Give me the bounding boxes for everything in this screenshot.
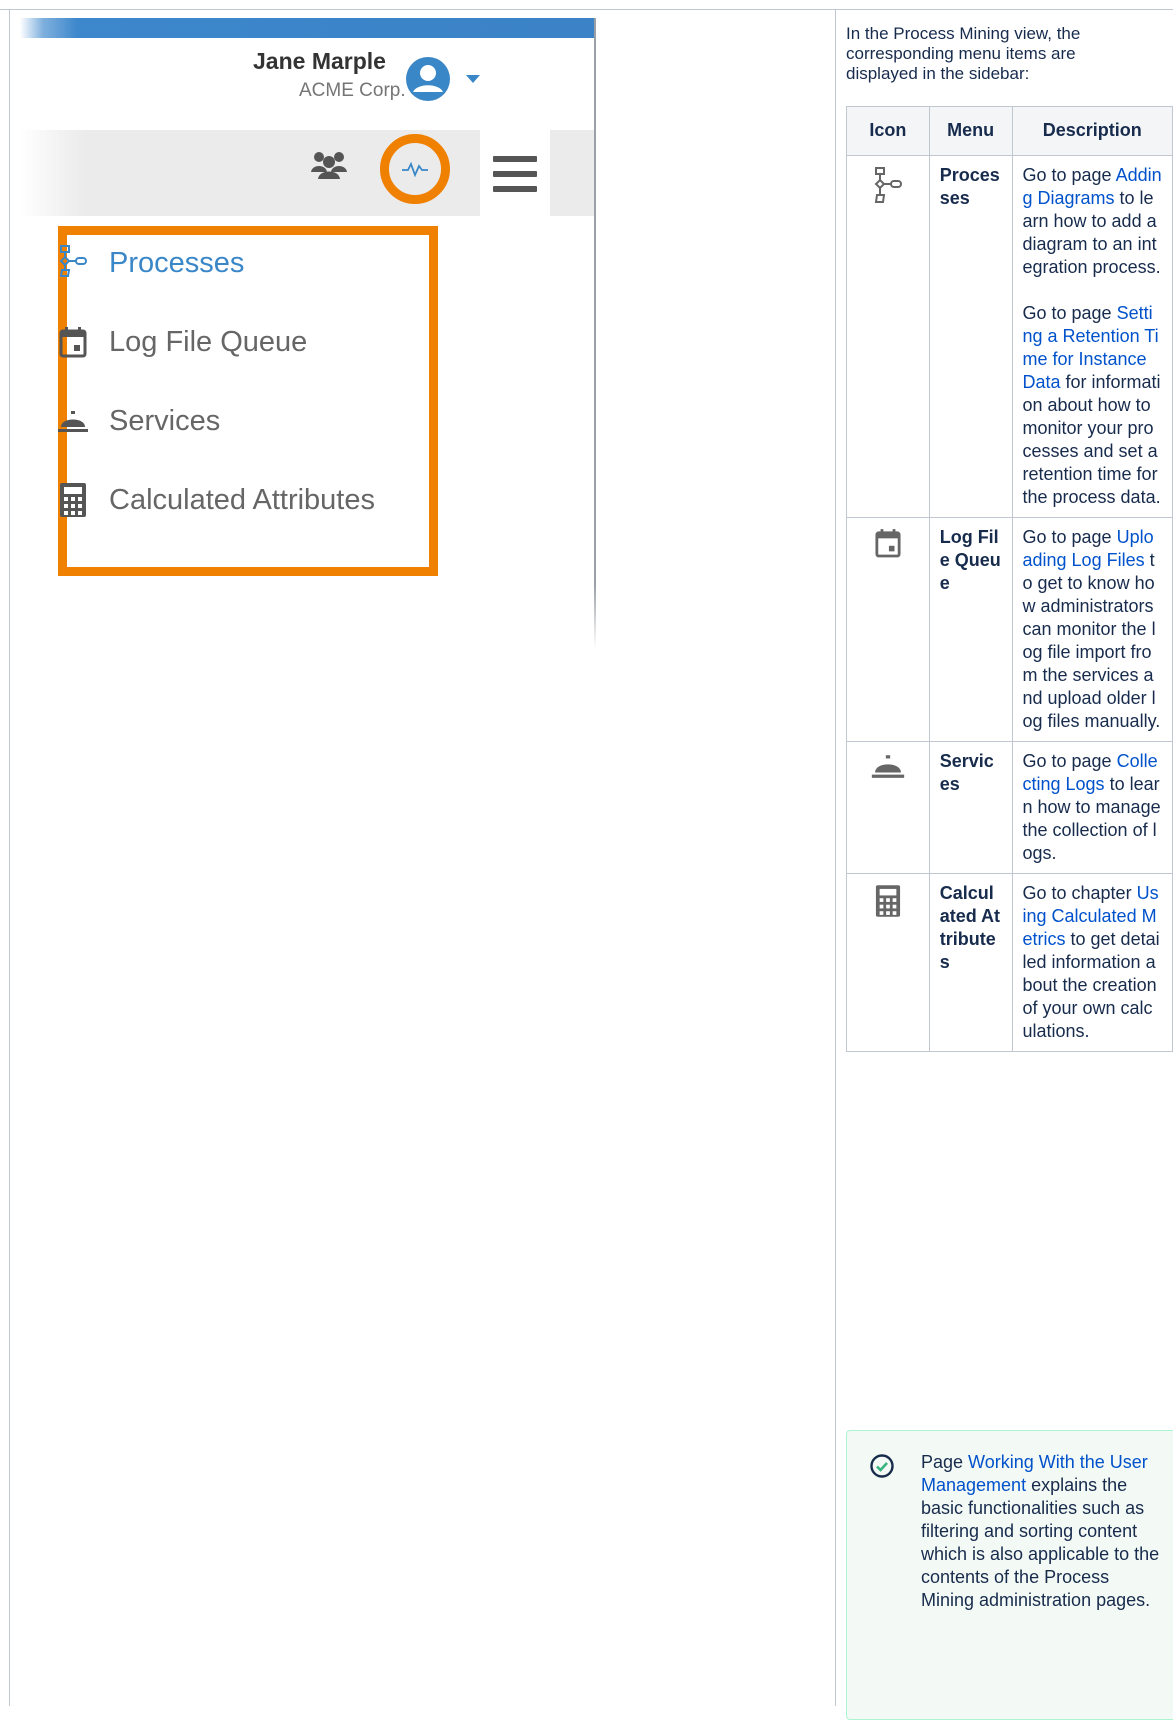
chevron-down-icon[interactable] — [465, 74, 481, 84]
user-name: Jane Marple — [253, 48, 386, 74]
sidebar-item-label: Log File Queue — [109, 325, 308, 358]
table-row: Processes Go to page Adding Diagrams to … — [846, 155, 1173, 518]
table-cell-icon — [846, 155, 930, 518]
page-left-border — [0, 9, 10, 1706]
service-bell-icon — [871, 755, 904, 778]
calendar-icon — [57, 322, 89, 362]
sidebar-item-log-file-queue[interactable]: Log File Queue — [57, 322, 307, 362]
table-header-row: Icon Menu Description — [846, 106, 1173, 156]
note-text-pre: Page — [921, 1452, 969, 1472]
table-row: Calculated Attributes Go to chapter Usin… — [846, 873, 1173, 1052]
check-circle-icon — [870, 1454, 894, 1478]
note-text-post: explains the basic functionalities such … — [921, 1475, 1160, 1610]
toolbar-end — [550, 130, 594, 216]
column-header-menu: Menu — [928, 106, 1013, 156]
sidebar-item-label: Services — [109, 404, 221, 437]
table-cell-description: Go to chapter Using Calculated Metrics t… — [1011, 873, 1173, 1052]
table-cell-icon — [846, 741, 930, 874]
activity-button[interactable] — [380, 134, 450, 204]
desc-text: for information about how to monitor you… — [1022, 372, 1161, 507]
column-header-description: Description — [1011, 106, 1173, 156]
calculator-icon — [57, 480, 89, 520]
menu-items-table: Icon Menu Description Processes Go to pa… — [846, 106, 1173, 1052]
process-diagram-icon — [874, 167, 902, 203]
service-bell-icon — [57, 401, 89, 441]
desc-text: to get to know how administrators can mo… — [1022, 550, 1161, 731]
user-avatar-icon[interactable] — [405, 56, 451, 102]
intro-text: In the Process Mining view, the correspo… — [846, 24, 1081, 83]
sidebar-item-services[interactable]: Services — [57, 401, 220, 441]
table-cell-icon — [846, 517, 930, 742]
sidebar-item-calculated-attributes[interactable]: Calculated Attributes — [57, 480, 375, 520]
table-cell-icon — [846, 873, 930, 1052]
note-text: Page Working With the User Management ex… — [921, 1451, 1166, 1612]
process-diagram-icon — [57, 243, 89, 283]
activity-icon — [402, 161, 428, 178]
success-note-panel: Page Working With the User Management ex… — [846, 1430, 1173, 1720]
sidebar-item-label: Processes — [109, 246, 245, 279]
desc-text: Go to page — [1022, 751, 1117, 771]
desc-text: Go to page — [1022, 527, 1117, 547]
sidebar-item-processes[interactable]: Processes — [57, 243, 244, 283]
column-header-icon: Icon — [846, 106, 930, 156]
sidebar-item-label: Calculated Attributes — [109, 483, 375, 516]
table-cell-menu: Processes — [928, 155, 1013, 518]
table-cell-description: Go to page Collecting Logs to learn how … — [1011, 741, 1173, 874]
table-cell-menu: Log File Queue — [928, 517, 1013, 742]
calendar-icon — [875, 529, 901, 558]
team-icon[interactable] — [310, 148, 348, 182]
column-divider — [835, 9, 836, 1706]
hamburger-menu-icon[interactable] — [493, 156, 537, 201]
screenshot-edge — [594, 18, 596, 648]
table-cell-description: Go to page Adding Diagrams to learn how … — [1011, 155, 1173, 518]
sidebar-screenshot: Jane Marple ACME Corp. Processes Log Fil… — [20, 18, 598, 648]
app-header-bar — [20, 18, 595, 38]
desc-text: Go to chapter — [1022, 883, 1137, 903]
user-org: ACME Corp. — [299, 80, 406, 101]
table-cell-description: Go to page Uploading Log Files to get to… — [1011, 517, 1173, 742]
calculator-icon — [875, 885, 900, 917]
table-cell-menu: Services — [928, 741, 1013, 874]
page-top-border — [0, 0, 1173, 10]
table-cell-menu: Calculated Attributes — [928, 873, 1013, 1052]
desc-text: Go to page — [1022, 165, 1116, 185]
table-row: Services Go to page Collecting Logs to l… — [846, 741, 1173, 874]
desc-text: Go to page — [1022, 303, 1117, 323]
table-row: Log File Queue Go to page Uploading Log … — [846, 517, 1173, 742]
